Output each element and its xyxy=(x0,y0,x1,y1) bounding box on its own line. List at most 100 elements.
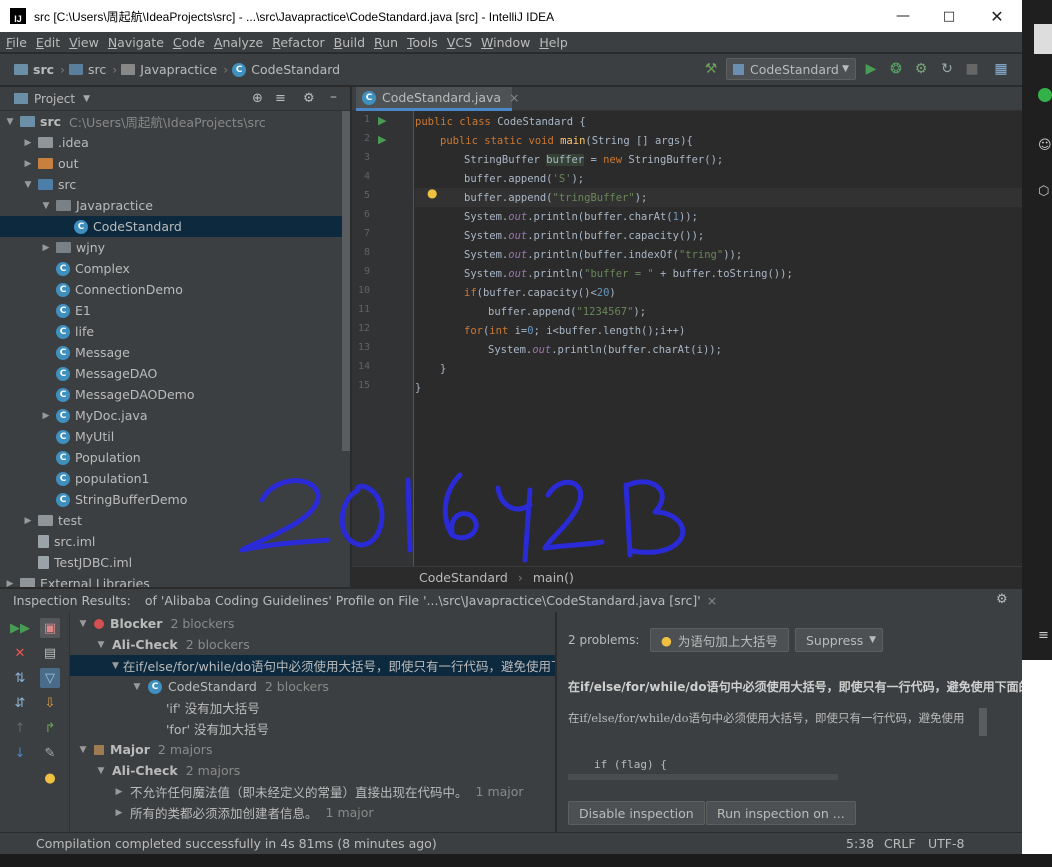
expand-arrow-icon[interactable]: ▶ xyxy=(40,411,52,421)
tree-item[interactable]: C Message xyxy=(0,342,342,363)
menu-edit[interactable]: Edit xyxy=(36,35,60,50)
breadcrumb-item[interactable]: src › xyxy=(69,62,117,77)
export-icon[interactable]: ⇩ xyxy=(40,693,60,713)
locate-icon[interactable]: ⊕ xyxy=(252,91,263,106)
expand-arrow-icon[interactable]: ▼ xyxy=(112,661,119,671)
tree-item[interactable]: C StringBufferDemo xyxy=(0,489,342,510)
tree-item[interactable]: C ConnectionDemo xyxy=(0,279,342,300)
breadcrumb-item[interactable]: C CodeStandard xyxy=(232,62,340,77)
expand-arrow-icon[interactable]: ▼ xyxy=(94,766,108,776)
inspection-tree-item[interactable]: 'for' 没有加大括号 xyxy=(70,718,555,739)
close-tab-icon[interactable]: × xyxy=(509,90,519,105)
expand-arrow-icon[interactable]: ▶ xyxy=(22,159,34,169)
tree-item[interactable]: TestJDBC.iml xyxy=(0,552,342,573)
tree-item[interactable]: ▶ External Libraries xyxy=(0,573,342,587)
close-icon[interactable]: ✕ xyxy=(974,0,1020,32)
quick-fix-button[interactable]: ● 为语句加上大括号 xyxy=(650,628,789,652)
inspection-tree-item[interactable]: ▼ 在if/else/for/while/do语句中必须使用大括号，即使只有一行代… xyxy=(70,655,555,676)
rerun-icon[interactable]: ▶▶ xyxy=(10,618,30,638)
editor-breadcrumb-method[interactable]: main() xyxy=(533,570,574,585)
edit-settings-icon[interactable]: ✎ xyxy=(40,743,60,763)
disable-inspection-button[interactable]: Disable inspection xyxy=(568,801,705,825)
expand-arrow-icon[interactable]: ▼ xyxy=(76,619,90,629)
menu-icon[interactable]: ≡ xyxy=(1038,628,1049,643)
tree-item[interactable]: ▼ src xyxy=(0,174,342,195)
inspection-tree-item[interactable]: ▼ Major 2 majors xyxy=(70,739,555,760)
close-tab-icon[interactable]: × xyxy=(707,593,717,608)
run-icon[interactable]: ▶ xyxy=(863,61,879,77)
expand-arrow-icon[interactable]: ▼ xyxy=(94,640,108,650)
expand-arrow-icon[interactable]: ▶ xyxy=(22,516,34,526)
breadcrumb-item[interactable]: src › xyxy=(14,62,65,77)
expand-arrow-icon[interactable]: ▶ xyxy=(112,808,126,818)
file-encoding[interactable]: UTF-8 xyxy=(928,836,964,851)
inspection-tree-item[interactable]: ▶ 所有的类都必须添加创建者信息。 1 major xyxy=(70,802,555,823)
build-icon[interactable]: ⚒ xyxy=(703,61,719,77)
lightbulb-icon[interactable]: ● xyxy=(427,186,437,200)
menu-analyze[interactable]: Analyze xyxy=(214,35,263,50)
menu-build[interactable]: Build xyxy=(334,35,365,50)
menu-help[interactable]: Help xyxy=(539,35,568,50)
menu-file[interactable]: File xyxy=(6,35,27,50)
caret-position[interactable]: 5:38 xyxy=(846,836,874,851)
expand-arrow-icon[interactable]: ▶ xyxy=(4,579,16,588)
editor-breadcrumb-class[interactable]: CodeStandard xyxy=(419,570,508,585)
menu-code[interactable]: Code xyxy=(173,35,205,50)
tree-item[interactable]: C CodeStandard xyxy=(0,216,342,237)
chat-icon[interactable] xyxy=(1038,88,1052,102)
tree-item[interactable]: ▼ Javapractice xyxy=(0,195,342,216)
expand-arrow-icon[interactable]: ▼ xyxy=(22,180,34,190)
inspection-tree-item[interactable]: ▼ C CodeStandard 2 blockers xyxy=(70,676,555,697)
inspection-tree-item[interactable]: 'if' 没有加大括号 xyxy=(70,697,555,718)
tree-item[interactable]: C Complex xyxy=(0,258,342,279)
collapse-all-icon[interactable]: ⇵ xyxy=(10,693,30,713)
hide-icon[interactable]: – xyxy=(330,89,337,105)
inspection-tab[interactable]: of 'Alibaba Coding Guidelines' Profile o… xyxy=(145,593,701,608)
menu-run[interactable]: Run xyxy=(374,35,398,50)
next-icon[interactable]: ↓ xyxy=(10,743,30,763)
menu-refactor[interactable]: Refactor xyxy=(272,35,324,50)
apply-fix-icon[interactable]: ↱ xyxy=(40,718,60,738)
group-icon[interactable]: ▣ xyxy=(40,618,60,638)
menu-tools[interactable]: Tools xyxy=(407,35,438,50)
tree-item[interactable]: Clife xyxy=(0,321,342,342)
contacts-icon[interactable]: ☺ xyxy=(1038,138,1052,153)
maximize-icon[interactable]: □ xyxy=(926,0,972,32)
menu-view[interactable]: View xyxy=(69,35,99,50)
line-separator[interactable]: CRLF xyxy=(884,836,916,851)
expand-arrow-icon[interactable]: ▼ xyxy=(76,745,90,755)
project-structure-icon[interactable]: ▦ xyxy=(993,61,1009,77)
horizontal-scrollbar[interactable] xyxy=(568,774,838,780)
menu-window[interactable]: Window xyxy=(481,35,530,50)
tree-item[interactable]: ▶ wjny xyxy=(0,237,342,258)
breadcrumb-item[interactable]: Javapractice › xyxy=(121,62,228,77)
inspection-tree-item[interactable]: ▶ 不允许任何魔法值（即未经定义的常量）直接出现在代码中。 1 major xyxy=(70,781,555,802)
close-icon[interactable]: ✕ xyxy=(10,643,30,663)
detail-scrollbar[interactable] xyxy=(979,708,987,736)
collapse-icon[interactable]: ≡ xyxy=(275,91,286,106)
profile-icon[interactable]: ↻ xyxy=(939,61,955,77)
filter-icon[interactable]: ▽ xyxy=(40,668,60,688)
tree-item[interactable]: C MyUtil xyxy=(0,426,342,447)
expand-arrow-icon[interactable]: ▶ xyxy=(22,138,34,148)
tree-item[interactable]: ▶ .idea xyxy=(0,132,342,153)
debug-icon[interactable]: ❂ xyxy=(888,61,904,77)
expand-all-icon[interactable]: ⇅ xyxy=(10,668,30,688)
run-configuration-select[interactable]: CodeStandard ▼ xyxy=(726,58,856,80)
menu-vcs[interactable]: VCS xyxy=(447,35,472,50)
filter-resolved-icon[interactable]: ▤ xyxy=(40,643,60,663)
minimize-icon[interactable]: — xyxy=(880,0,926,32)
expand-arrow-icon[interactable]: ▼ xyxy=(4,117,16,127)
run-gutter-icon[interactable]: ▶ xyxy=(378,114,386,127)
run-gutter-icon[interactable]: ▶ xyxy=(378,133,386,146)
expand-arrow-icon[interactable]: ▶ xyxy=(112,787,126,797)
project-view-select[interactable]: Project xyxy=(34,92,75,106)
tree-item[interactable]: C E1 xyxy=(0,300,342,321)
previous-icon[interactable]: ↑ xyxy=(10,718,30,738)
suppress-select[interactable]: Suppress ▼ xyxy=(795,628,883,652)
lightbulb-icon[interactable]: ● xyxy=(40,768,60,788)
menu-navigate[interactable]: Navigate xyxy=(108,35,164,50)
run-inspection-button[interactable]: Run inspection on ... xyxy=(706,801,856,825)
cube-icon[interactable]: ⬡ xyxy=(1038,184,1049,199)
gear-icon[interactable]: ⚙ xyxy=(996,592,1008,607)
